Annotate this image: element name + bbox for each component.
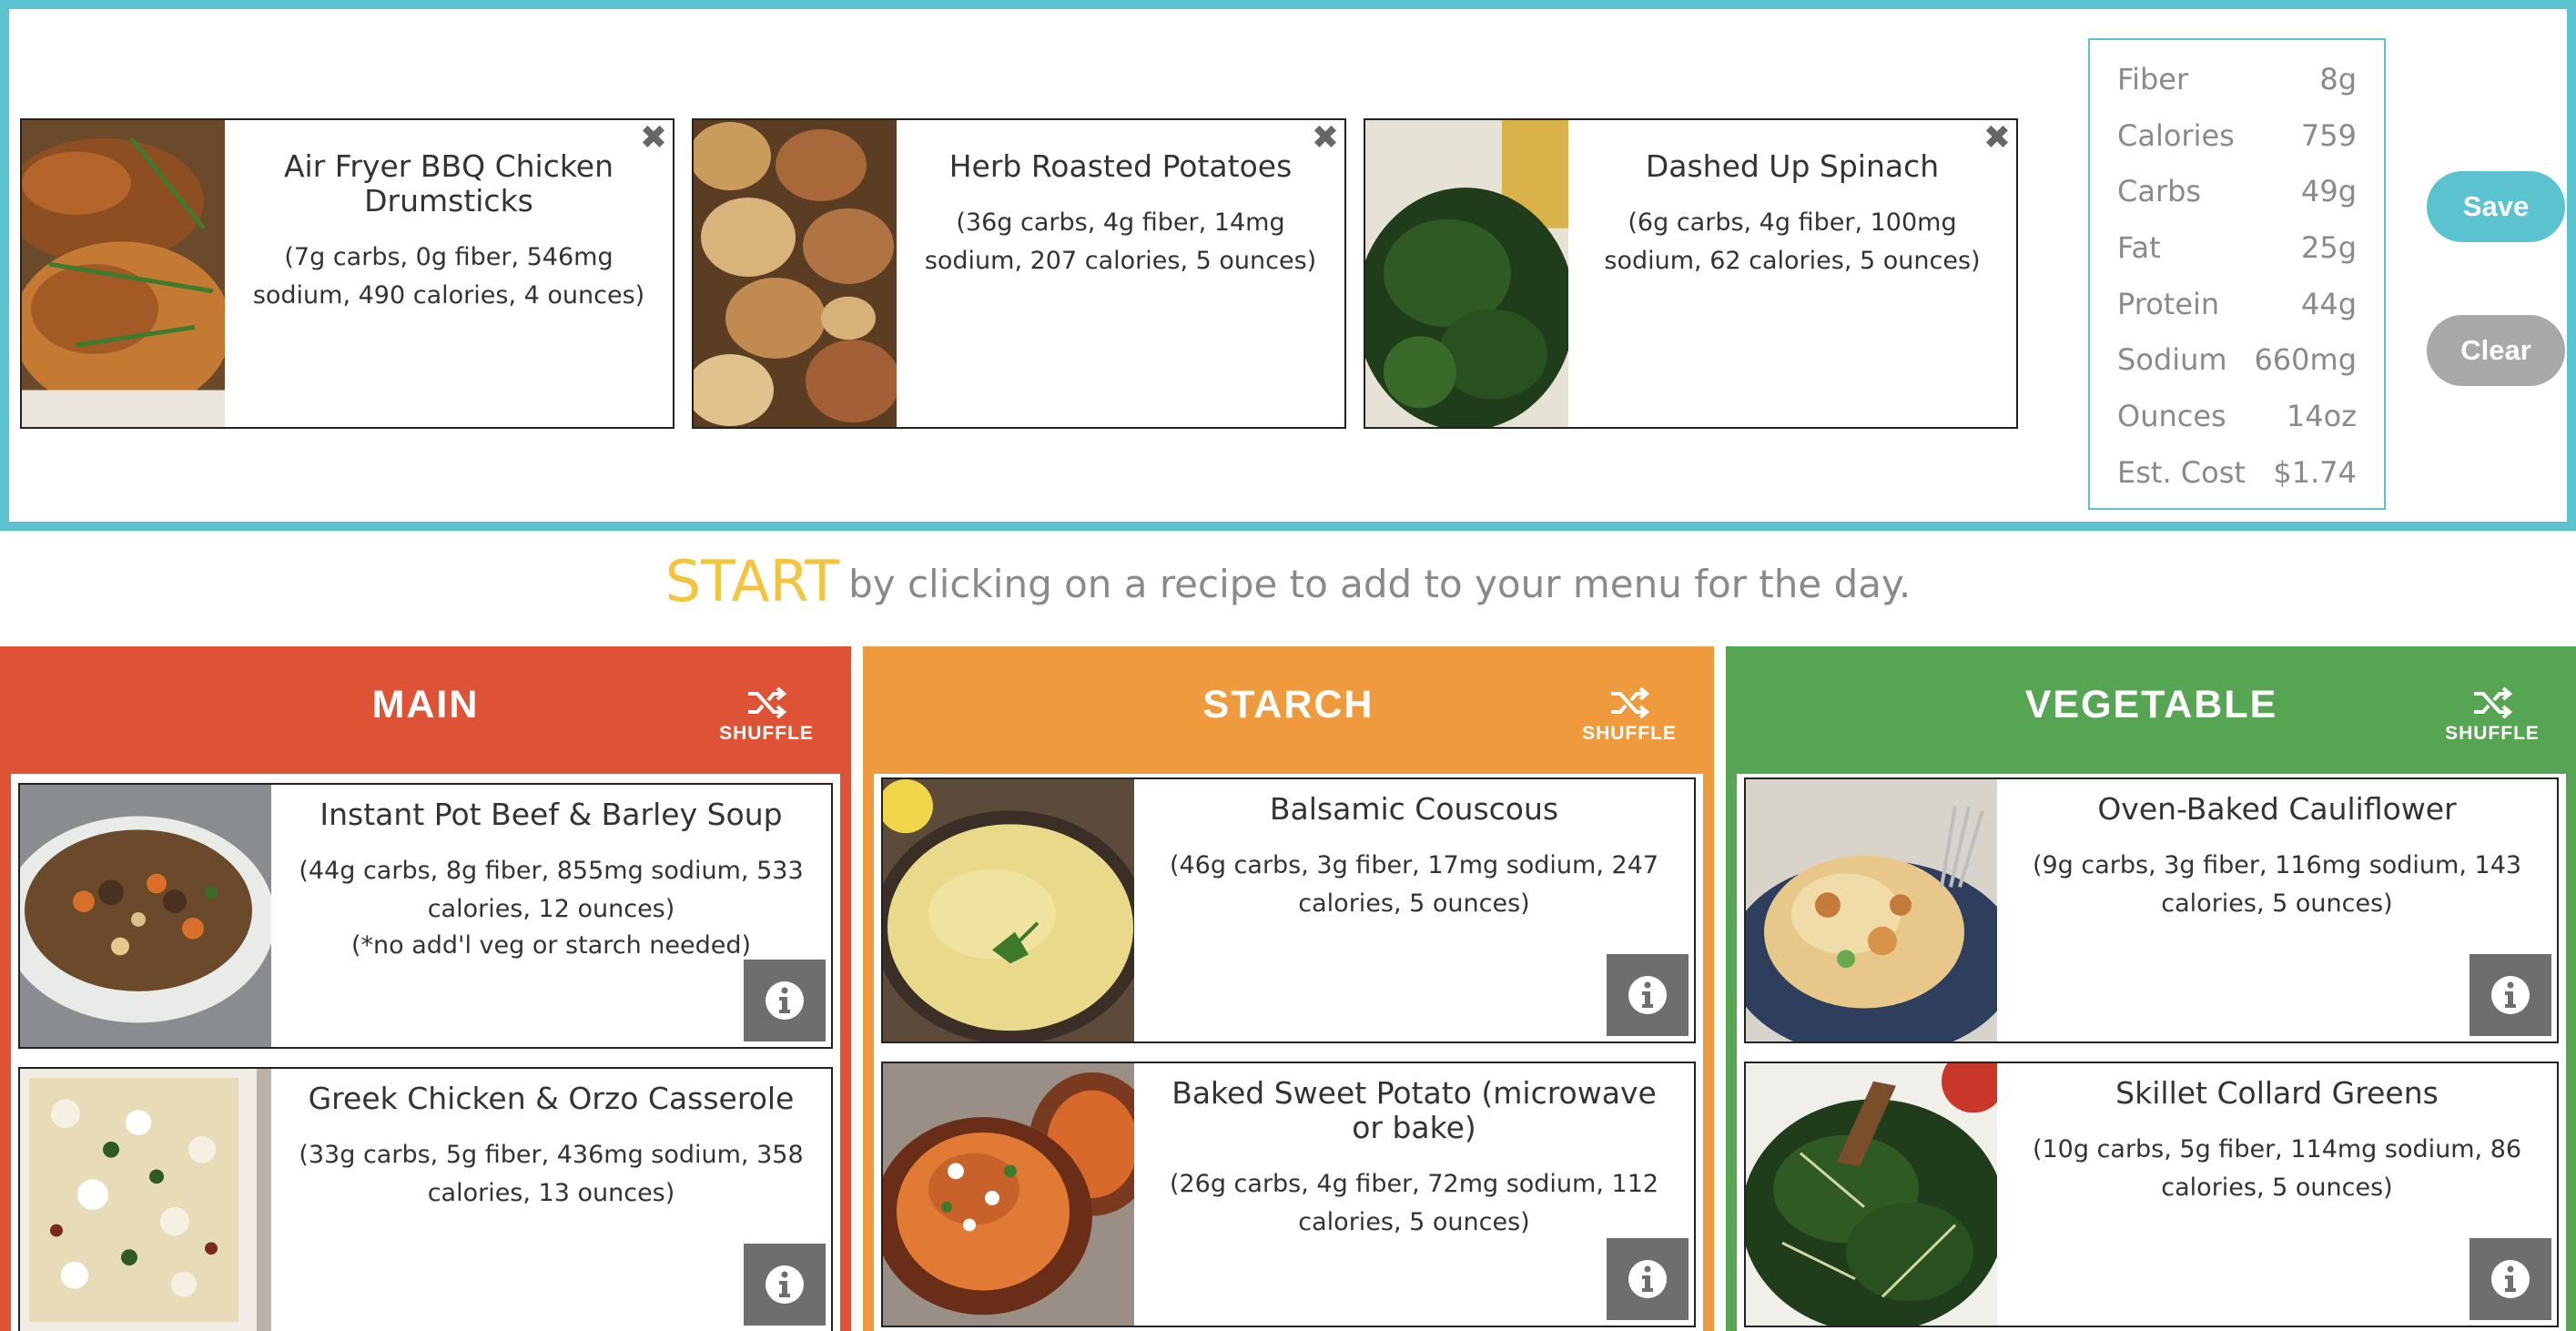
collard-greens-photo	[1746, 1063, 1997, 1326]
recipe-list: Oven-Baked Cauliflower (9g carbs, 3g fib…	[1737, 774, 2566, 1331]
info-button[interactable]	[1607, 954, 1689, 1036]
recipe-name: Greek Chicken & Orzo Casserole	[308, 1081, 795, 1116]
recipe-card[interactable]: Oven-Baked Cauliflower (9g carbs, 3g fib…	[1744, 777, 2559, 1043]
recipe-list: Instant Pot Beef & Barley Soup (44g carb…	[11, 774, 840, 1331]
cauliflower-photo	[1746, 779, 1997, 1041]
close-icon[interactable]: ✖	[1983, 122, 2011, 155]
recipe-nutrition: (44g carbs, 8g fiber, 855mg sodium, 533 …	[299, 857, 804, 923]
roasted-potatoes-photo	[694, 120, 897, 427]
vegetable-column: VEGETABLE SHUFFLE Oven-Baked Cauliflower	[1726, 646, 2576, 1331]
total-row: Sodium 660mg	[2117, 342, 2357, 378]
spinach-photo	[1365, 120, 1568, 427]
recipe-nutrition: (36g carbs, 4g fiber, 14mg sodium, 207 c…	[924, 208, 1317, 275]
info-icon	[2491, 1260, 2530, 1298]
total-row: Carbs 49g	[2117, 174, 2357, 209]
total-row: Protein 44g	[2117, 286, 2357, 321]
recipe-nutrition: (9g carbs, 3g fiber, 116mg sodium, 143 c…	[2032, 851, 2522, 918]
info-button[interactable]	[744, 1244, 826, 1326]
starch-column: STARCH SHUFFLE Balsamic Couscous (46g ca…	[863, 646, 1714, 1331]
total-row: Fat 25g	[2117, 230, 2357, 266]
shuffle-button[interactable]: SHUFFLE	[2442, 686, 2542, 745]
recipe-name: Herb Roasted Potatoes	[948, 148, 1293, 184]
recipe-card[interactable]: Baked Sweet Potato (microwave or bake) (…	[881, 1062, 1696, 1327]
shuffle-icon	[2474, 686, 2512, 719]
recipe-nutrition: (10g carbs, 5g fiber, 114mg sodium, 86 c…	[2032, 1135, 2522, 1202]
couscous-photo	[883, 779, 1134, 1041]
shuffle-button[interactable]: SHUFFLE	[1579, 686, 1679, 745]
start-highlight: START	[664, 548, 840, 615]
recipe-card[interactable]: Greek Chicken & Orzo Casserole (33g carb…	[18, 1067, 833, 1331]
info-icon	[1628, 976, 1667, 1014]
recipe-name: Instant Pot Beef & Barley Soup	[319, 797, 783, 832]
info-button[interactable]	[1607, 1238, 1689, 1320]
shuffle-icon	[748, 686, 786, 719]
total-row: Fiber 8g	[2117, 62, 2357, 97]
chicken-orzo-casserole-photo	[20, 1069, 271, 1331]
recipe-nutrition: (26g carbs, 4g fiber, 72mg sodium, 112 c…	[1169, 1170, 1659, 1236]
recipe-name: Skillet Collard Greens	[2115, 1075, 2439, 1111]
recipe-name: Oven-Baked Cauliflower	[2097, 791, 2457, 827]
bbq-chicken-photo	[22, 120, 225, 427]
recipe-card[interactable]: Balsamic Couscous (46g carbs, 3g fiber, …	[881, 777, 1696, 1043]
recipe-card[interactable]: Skillet Collard Greens (10g carbs, 5g fi…	[1744, 1062, 2559, 1327]
close-icon[interactable]: ✖	[640, 122, 667, 155]
recipe-name: Air Fryer BBQ Chicken Drumsticks	[283, 148, 614, 218]
info-icon	[766, 981, 804, 1020]
info-button[interactable]	[744, 960, 826, 1041]
save-button[interactable]: Save	[2427, 171, 2565, 242]
nutrition-totals: Fiber 8g Calories 759 Carbs 49g Fat 25g Prot…	[2088, 38, 2386, 510]
recipe-nutrition: (6g carbs, 4g fiber, 100mg sodium, 62 ca…	[1604, 208, 1981, 275]
recipe-name: Baked Sweet Potato (microwave or bake)	[1171, 1075, 1657, 1145]
recipe-name: Dashed Up Spinach	[1645, 148, 1940, 184]
info-button[interactable]	[2470, 1238, 2551, 1320]
selected-recipe-card[interactable]: Dashed Up Spinach (6g carbs, 4g fiber, 1…	[1364, 118, 2018, 429]
recipe-card[interactable]: Instant Pot Beef & Barley Soup (44g carb…	[18, 783, 833, 1049]
total-row: Calories 759	[2117, 117, 2357, 153]
total-row: Est. Cost $1.74	[2117, 454, 2357, 490]
selected-recipe-card[interactable]: Herb Roasted Potatoes (36g carbs, 4g fib…	[692, 118, 1346, 429]
shuffle-button[interactable]: SHUFFLE	[716, 686, 816, 745]
recipe-nutrition: (46g carbs, 3g fiber, 17mg sodium, 247 c…	[1169, 851, 1659, 918]
recipe-list: Balsamic Couscous (46g carbs, 3g fiber, …	[874, 774, 1703, 1331]
recipe-name: Balsamic Couscous	[1269, 791, 1559, 827]
close-icon[interactable]: ✖	[1312, 122, 1339, 155]
shuffle-icon	[1611, 686, 1649, 719]
total-row: Ounces 14oz	[2117, 399, 2357, 434]
info-icon	[766, 1265, 804, 1304]
selected-menu-panel: Air Fryer BBQ Chicken Drumsticks (7g car…	[0, 0, 2576, 531]
start-text: by clicking on a recipe to add to your m…	[848, 562, 1912, 606]
info-button[interactable]	[2470, 954, 2551, 1036]
start-instructions: START by clicking on a recipe to add to y…	[0, 548, 2576, 615]
beef-barley-soup-photo	[20, 785, 271, 1047]
main-column: MAIN SHUFFLE Instant Pot Beef & Barley S…	[0, 646, 851, 1331]
recipe-nutrition: (33g carbs, 5g fiber, 436mg sodium, 358 …	[299, 1141, 804, 1207]
sweet-potato-photo	[883, 1063, 1134, 1326]
recipe-nutrition: (7g carbs, 0g fiber, 546mg sodium, 490 c…	[252, 243, 645, 310]
info-icon	[2491, 976, 2530, 1014]
selected-recipe-card[interactable]: Air Fryer BBQ Chicken Drumsticks (7g car…	[20, 118, 674, 429]
clear-button[interactable]: Clear	[2427, 315, 2565, 386]
info-icon	[1628, 1260, 1667, 1298]
